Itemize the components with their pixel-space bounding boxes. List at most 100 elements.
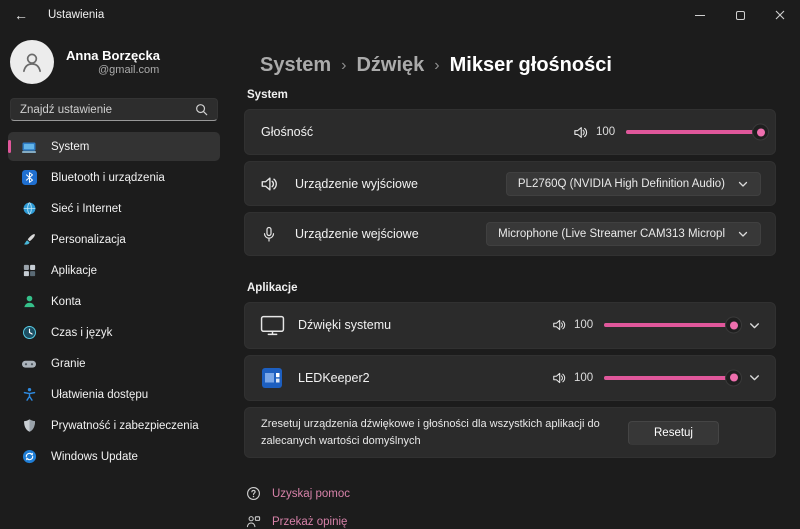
reset-button[interactable]: Resetuj	[628, 420, 719, 445]
ledkeeper-app-icon	[259, 367, 285, 388]
volume-label: Głośność	[261, 125, 314, 140]
sidebar-item-personalization[interactable]: Personalizacja	[8, 225, 220, 254]
window-title: Ustawienia	[48, 9, 105, 21]
sidebar: Anna Borzęcka @gmail.com System	[0, 30, 232, 529]
ledkeeper-expander[interactable]	[748, 371, 761, 384]
close-button[interactable]	[760, 0, 800, 30]
sidebar-item-windows-update[interactable]: Windows Update	[8, 442, 220, 471]
paintbrush-icon	[21, 232, 37, 248]
footer-links: Uzyskaj pomoc Przekaż opinię	[246, 486, 776, 529]
back-button[interactable]: ←	[0, 0, 42, 30]
system-icon	[21, 139, 37, 155]
output-device-label: Urządzenie wyjściowe	[295, 176, 418, 191]
breadcrumb-separator: ›	[341, 56, 347, 74]
speaker-icon[interactable]	[573, 125, 588, 140]
breadcrumb-system[interactable]: System	[260, 54, 331, 77]
output-device-row: Urządzenie wyjściowe PL2760Q (NVIDIA Hig…	[244, 161, 776, 206]
search-box[interactable]	[10, 98, 218, 121]
chevron-down-icon	[738, 231, 748, 237]
microphone-icon	[259, 226, 279, 243]
maximize-button[interactable]	[720, 0, 760, 30]
get-help-label: Uzyskaj pomoc	[272, 487, 350, 500]
volume-slider[interactable]	[626, 124, 768, 140]
sidebar-item-label: Bluetooth i urządzenia	[51, 171, 165, 184]
slider-thumb[interactable]	[726, 370, 741, 386]
maximize-icon	[735, 10, 745, 20]
sidebar-item-label: Ułatwienia dostępu	[51, 388, 149, 401]
breadcrumb: System › Dźwięk › Mikser głośności	[260, 54, 776, 77]
sidebar-item-label: Sieć i Internet	[51, 202, 122, 215]
system-sounds-expander[interactable]	[748, 319, 761, 332]
output-device-value: PL2760Q (NVIDIA High Definition Audio)	[517, 177, 725, 190]
system-sounds-label: Dźwięki systemu	[298, 318, 392, 333]
sidebar-nav: System Bluetooth i urządzenia Sieć i Int…	[8, 131, 220, 472]
section-label-apps: Aplikacje	[247, 282, 298, 295]
accounts-person-icon	[21, 294, 37, 310]
sidebar-item-accounts[interactable]: Konta	[8, 287, 220, 316]
feedback-link[interactable]: Przekaż opinię	[246, 514, 776, 529]
minimize-button[interactable]	[680, 0, 720, 30]
system-sounds-volume-value: 100	[574, 319, 594, 332]
speaker-icon[interactable]	[552, 371, 566, 385]
reset-description: Zresetuj urządzenia dźwiękowe i głośnośc…	[261, 418, 600, 447]
reset-row: Zresetuj urządzenia dźwiękowe i głośnośc…	[244, 407, 776, 458]
sidebar-item-accessibility[interactable]: Ułatwienia dostępu	[8, 380, 220, 409]
sidebar-item-label: Windows Update	[51, 450, 138, 463]
input-device-dropdown[interactable]: Microphone (Live Streamer CAM313 Micropl	[486, 222, 761, 247]
main-content: System › Dźwięk › Mikser głośności Syste…	[232, 30, 800, 529]
sidebar-item-time-language[interactable]: Czas i język	[8, 318, 220, 347]
output-device-dropdown[interactable]: PL2760Q (NVIDIA High Definition Audio)	[505, 171, 761, 196]
user-email: @gmail.com	[98, 64, 160, 76]
chevron-down-icon	[750, 375, 759, 381]
chevron-down-icon	[750, 323, 759, 329]
person-icon	[23, 53, 41, 73]
section-label-system: System	[247, 89, 288, 101]
help-icon	[247, 487, 260, 500]
bluetooth-icon	[21, 170, 37, 186]
slider-thumb[interactable]	[726, 317, 741, 333]
feedback-label: Przekaż opinię	[272, 515, 348, 528]
globe-icon	[21, 201, 37, 217]
user-name: Anna Borzęcka	[66, 48, 160, 63]
system-sounds-slider[interactable]	[604, 317, 741, 333]
close-icon	[775, 10, 785, 20]
sidebar-item-apps[interactable]: Aplikacje	[8, 256, 220, 285]
sidebar-item-system[interactable]: System	[8, 132, 220, 161]
avatar	[10, 40, 54, 84]
feedback-icon	[246, 516, 261, 528]
sidebar-item-bluetooth[interactable]: Bluetooth i urządzenia	[8, 163, 220, 192]
user-account[interactable]: Anna Borzęcka @gmail.com	[10, 40, 220, 84]
volume-row: Głośność 100	[244, 109, 776, 156]
volume-value: 100	[596, 126, 616, 139]
monitor-icon	[259, 315, 285, 336]
sidebar-item-label: Personalizacja	[51, 233, 126, 246]
ledkeeper-row: LEDKeeper2 100	[244, 354, 776, 401]
sidebar-item-label: Czas i język	[51, 326, 113, 339]
sidebar-item-gaming[interactable]: Granie	[8, 349, 220, 378]
search-input[interactable]	[20, 103, 195, 116]
sidebar-item-label: Prywatność i zabezpieczenia	[51, 419, 199, 432]
input-device-row: Urządzenie wejściowe Microphone (Live St…	[244, 211, 776, 257]
update-arrows-icon	[21, 449, 37, 465]
speaker-icon	[259, 175, 279, 193]
page-title: Mikser głośności	[449, 54, 612, 76]
sidebar-item-label: Konta	[51, 295, 82, 308]
volume-slider-thumb[interactable]	[753, 124, 768, 140]
ledkeeper-label: LEDKeeper2	[298, 370, 370, 385]
sidebar-item-privacy[interactable]: Prywatność i zabezpieczenia	[8, 411, 220, 440]
breadcrumb-sound[interactable]: Dźwięk	[356, 54, 424, 77]
chevron-down-icon	[738, 181, 748, 187]
search-icon	[196, 104, 208, 116]
shield-icon	[21, 418, 37, 434]
speaker-icon[interactable]	[552, 318, 566, 332]
gamepad-icon	[21, 356, 37, 372]
ledkeeper-volume-value: 100	[574, 371, 594, 384]
minimize-icon	[695, 14, 705, 16]
get-help-link[interactable]: Uzyskaj pomoc	[246, 486, 776, 501]
input-device-value: Microphone (Live Streamer CAM313 Micropl	[498, 228, 725, 241]
clock-icon	[21, 325, 37, 341]
sidebar-item-label: Aplikacje	[51, 264, 98, 277]
ledkeeper-slider[interactable]	[604, 370, 741, 386]
sidebar-item-label: Granie	[51, 357, 86, 370]
sidebar-item-network[interactable]: Sieć i Internet	[8, 194, 220, 223]
